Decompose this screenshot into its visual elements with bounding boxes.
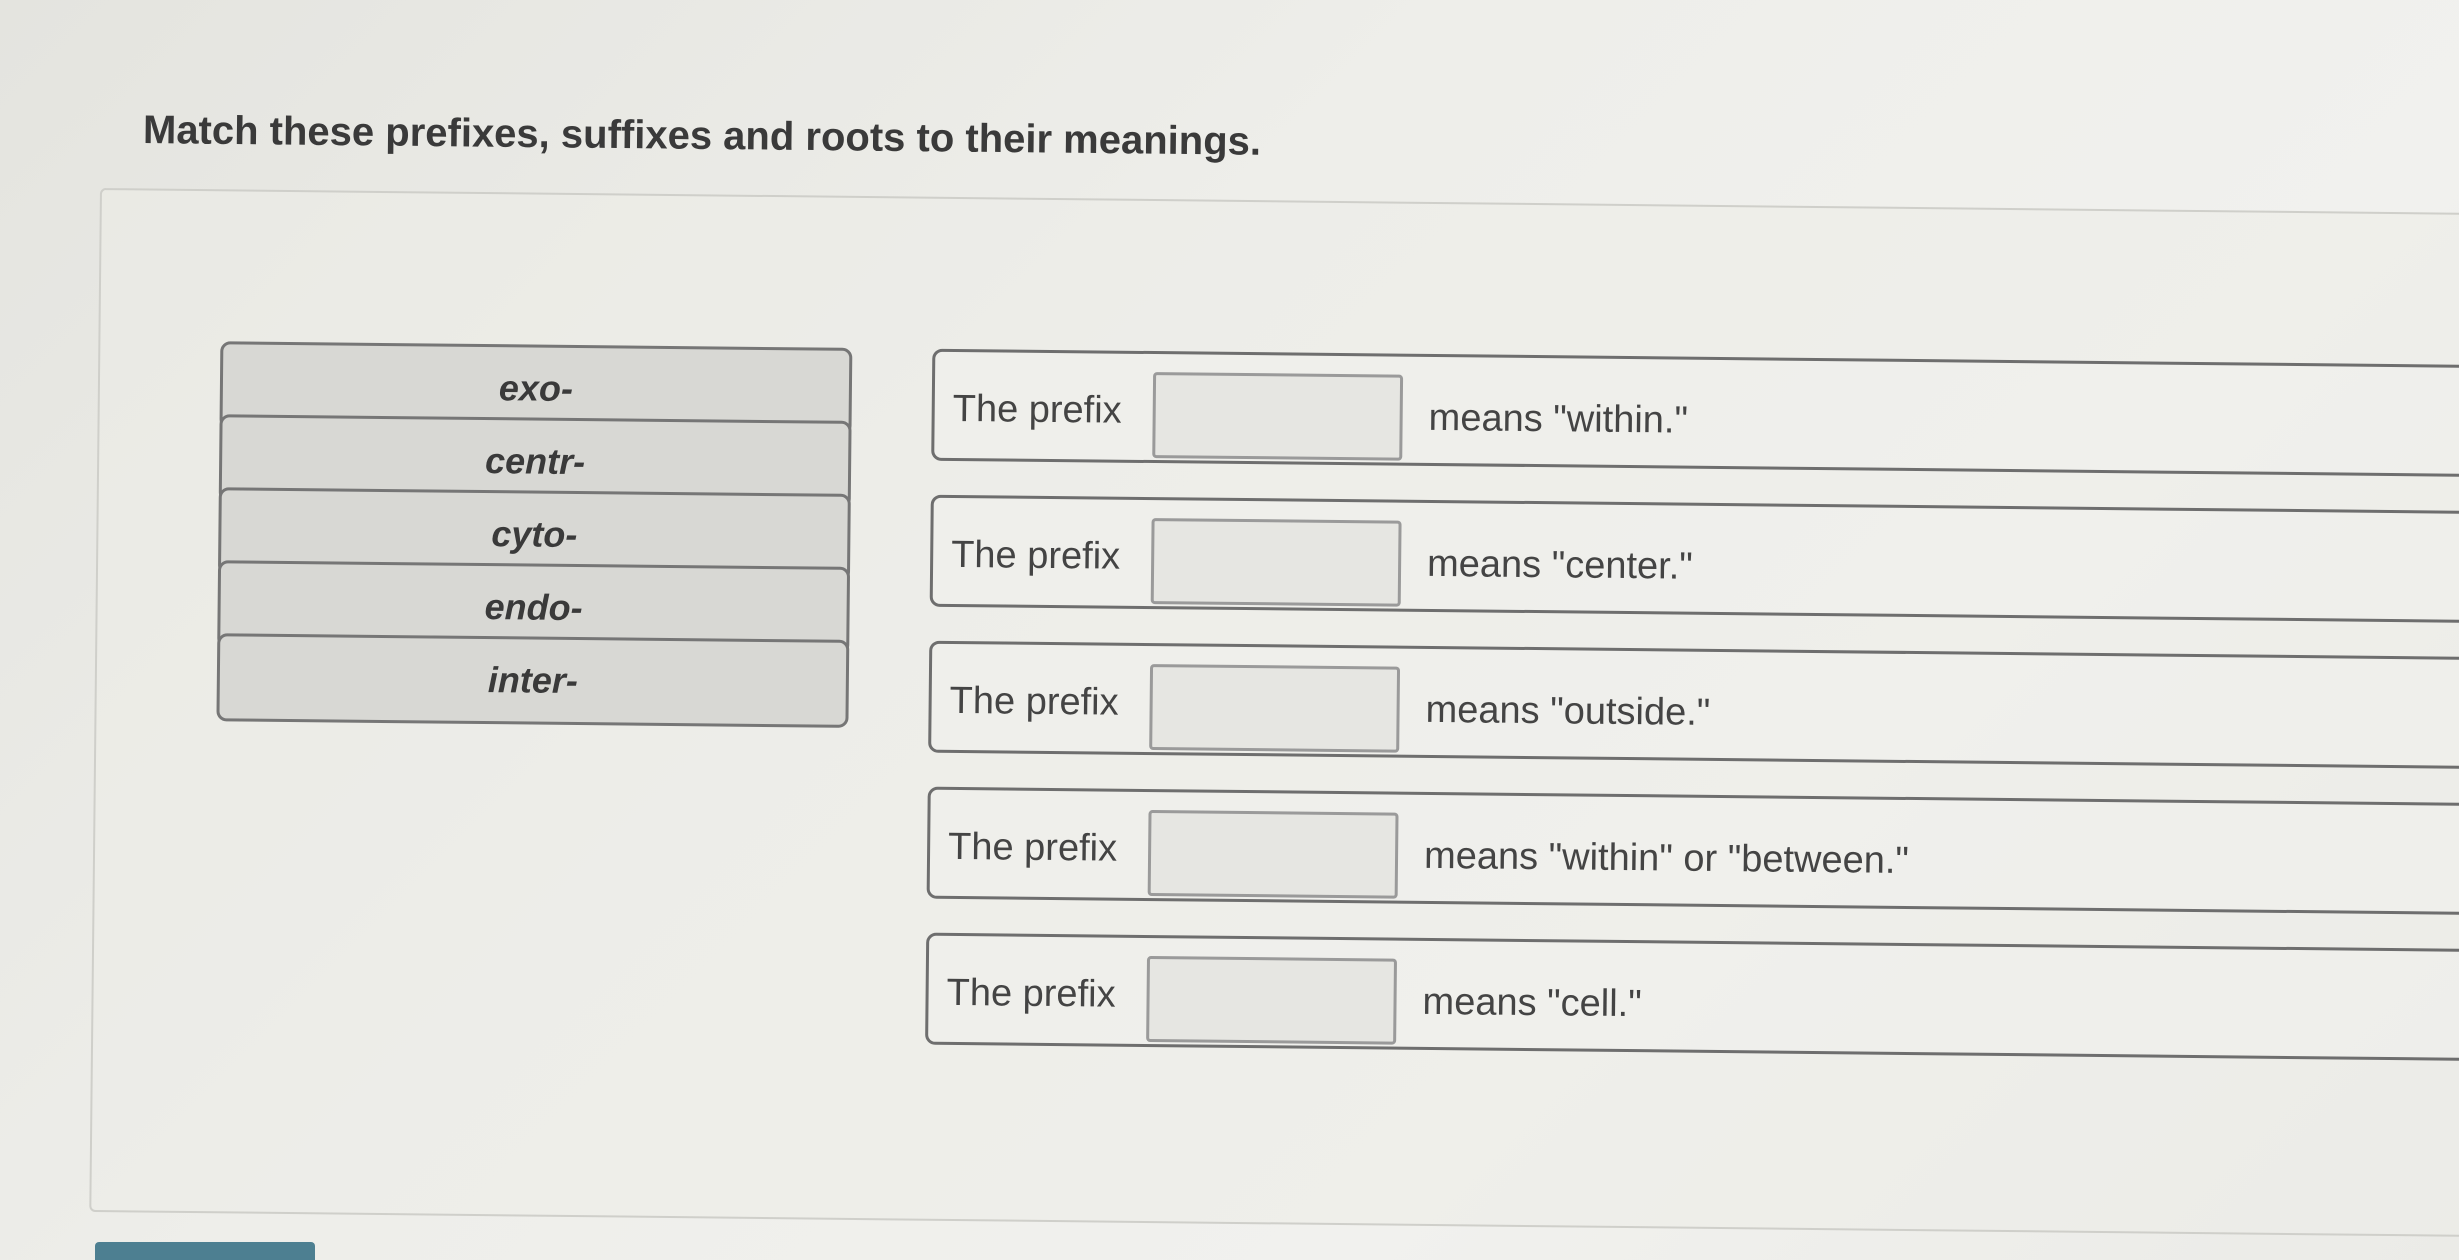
row-meaning-label: means "within" or "between." bbox=[1423, 834, 1910, 882]
match-row-within: The prefix means "within." bbox=[931, 348, 2459, 478]
drop-target-within-between[interactable] bbox=[1147, 810, 1399, 899]
row-prefix-label: The prefix bbox=[950, 533, 1121, 578]
match-row-within-between: The prefix means "within" or "between." bbox=[926, 786, 2459, 916]
screen: Match these prefixes, suffixes and roots… bbox=[0, 0, 2459, 1260]
match-row-outside: The prefix means "outside." bbox=[928, 640, 2459, 770]
row-meaning-label: means "cell." bbox=[1422, 980, 1642, 1026]
matching-panel: exo- centr- cyto- endo- inter- The prefi… bbox=[89, 188, 2459, 1238]
row-meaning-label: means "within." bbox=[1428, 396, 1689, 442]
row-prefix-label: The prefix bbox=[949, 679, 1119, 724]
drop-target-center[interactable] bbox=[1150, 518, 1402, 607]
row-meaning-label: means "center." bbox=[1426, 542, 1694, 588]
drop-target-outside[interactable] bbox=[1149, 664, 1401, 753]
row-prefix-label: The prefix bbox=[947, 825, 1118, 870]
drag-tile-inter[interactable]: inter- bbox=[216, 633, 850, 728]
drop-target-cell[interactable] bbox=[1146, 956, 1398, 1045]
row-prefix-label: The prefix bbox=[952, 387, 1122, 432]
row-prefix-label: The prefix bbox=[946, 971, 1116, 1016]
drop-target-within[interactable] bbox=[1152, 372, 1404, 461]
submit-button[interactable] bbox=[95, 1242, 315, 1260]
match-row-center: The prefix means "center." bbox=[929, 494, 2459, 624]
row-meaning-label: means "outside." bbox=[1425, 688, 1711, 734]
question-title: Match these prefixes, suffixes and roots… bbox=[142, 108, 1262, 164]
match-row-cell: The prefix means "cell." bbox=[925, 932, 2459, 1062]
